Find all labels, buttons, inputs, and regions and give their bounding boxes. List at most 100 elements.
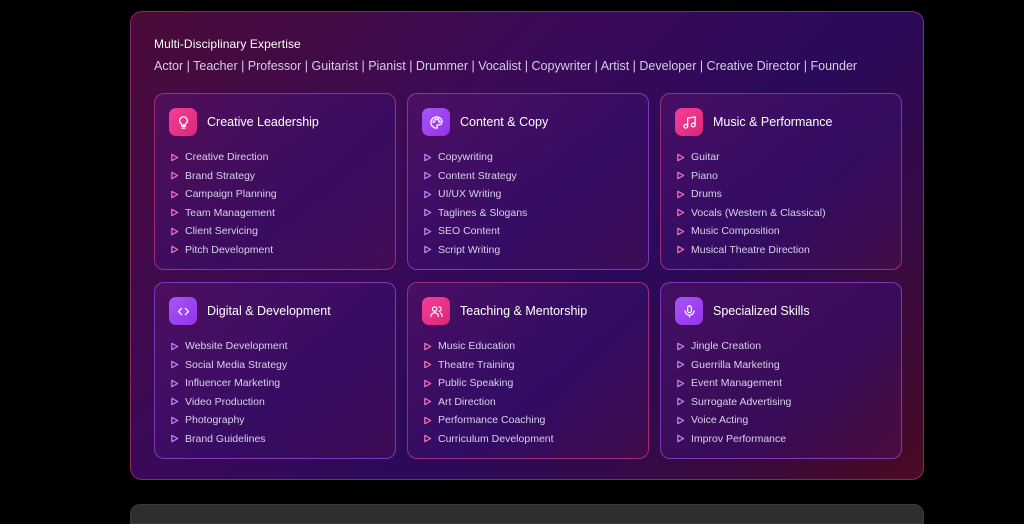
triangle-bullet-icon — [677, 208, 685, 217]
list-item: Brand Strategy — [170, 167, 277, 186]
triangle-bullet-icon — [677, 342, 685, 351]
list-item: Photography — [170, 411, 288, 430]
triangle-bullet-icon — [424, 153, 432, 162]
triangle-bullet-icon — [424, 379, 432, 388]
list-item: Musical Theatre Direction — [676, 241, 826, 260]
skill-list: Guitar Piano Drums Vocals (Western & Cla… — [676, 148, 826, 259]
list-item: Music Education — [423, 337, 554, 356]
triangle-bullet-icon — [171, 342, 179, 351]
list-item: Piano — [676, 167, 826, 186]
list-item: Guitar — [676, 148, 826, 167]
triangle-bullet-icon — [677, 171, 685, 180]
triangle-bullet-icon — [424, 416, 432, 425]
card-title: Digital & Development — [207, 304, 331, 318]
list-item: UI/UX Writing — [423, 185, 527, 204]
card-header: Teaching & Mentorship — [422, 297, 587, 325]
skill-list: Copywriting Content Strategy UI/UX Writi… — [423, 148, 527, 259]
card-title: Creative Leadership — [207, 115, 319, 129]
triangle-bullet-icon — [171, 416, 179, 425]
list-item: Client Servicing — [170, 222, 277, 241]
triangle-bullet-icon — [171, 153, 179, 162]
list-item: Influencer Marketing — [170, 374, 288, 393]
list-item: Theatre Training — [423, 356, 554, 375]
triangle-bullet-icon — [677, 227, 685, 236]
code-icon — [169, 297, 197, 325]
list-item: Script Writing — [423, 241, 527, 260]
list-item: Improv Performance — [676, 430, 791, 449]
card-music-performance: Music & Performance Guitar Piano Drums V… — [660, 93, 902, 270]
triangle-bullet-icon — [677, 434, 685, 443]
list-item: Website Development — [170, 337, 288, 356]
list-item: Public Speaking — [423, 374, 554, 393]
list-item: Pitch Development — [170, 241, 277, 260]
card-teaching-mentorship: Teaching & Mentorship Music Education Th… — [407, 282, 649, 459]
next-section-edge — [130, 504, 924, 524]
triangle-bullet-icon — [677, 379, 685, 388]
list-item: Team Management — [170, 204, 277, 223]
skill-list: Website Development Social Media Strateg… — [170, 337, 288, 448]
triangle-bullet-icon — [171, 190, 179, 199]
users-icon — [422, 297, 450, 325]
card-creative-leadership: Creative Leadership Creative Direction B… — [154, 93, 396, 270]
list-item: Creative Direction — [170, 148, 277, 167]
skill-list: Music Education Theatre Training Public … — [423, 337, 554, 448]
card-header: Creative Leadership — [169, 108, 319, 136]
list-item: Taglines & Slogans — [423, 204, 527, 223]
triangle-bullet-icon — [171, 208, 179, 217]
triangle-bullet-icon — [424, 171, 432, 180]
triangle-bullet-icon — [424, 360, 432, 369]
section-heading: Multi-Disciplinary Expertise — [154, 37, 301, 51]
skill-list: Jingle Creation Guerrilla Marketing Even… — [676, 337, 791, 448]
triangle-bullet-icon — [171, 397, 179, 406]
triangle-bullet-icon — [424, 245, 432, 254]
triangle-bullet-icon — [171, 171, 179, 180]
triangle-bullet-icon — [171, 360, 179, 369]
list-item: Vocals (Western & Classical) — [676, 204, 826, 223]
card-title: Teaching & Mentorship — [460, 304, 588, 318]
card-header: Music & Performance — [675, 108, 832, 136]
triangle-bullet-icon — [424, 190, 432, 199]
list-item: Video Production — [170, 393, 288, 412]
list-item: Jingle Creation — [676, 337, 791, 356]
list-item: Content Strategy — [423, 167, 527, 186]
list-item: Copywriting — [423, 148, 527, 167]
card-content-copy: Content & Copy Copywriting Content Strat… — [407, 93, 649, 270]
microphone-icon — [675, 297, 703, 325]
triangle-bullet-icon — [171, 434, 179, 443]
card-header: Content & Copy — [422, 108, 548, 136]
triangle-bullet-icon — [424, 227, 432, 236]
card-header: Specialized Skills — [675, 297, 810, 325]
skill-list: Creative Direction Brand Strategy Campai… — [170, 148, 277, 259]
palette-icon — [422, 108, 450, 136]
card-title: Music & Performance — [713, 115, 833, 129]
triangle-bullet-icon — [424, 434, 432, 443]
card-title: Content & Copy — [460, 115, 549, 129]
list-item: Event Management — [676, 374, 791, 393]
roles-list: Actor | Teacher | Professor | Guitarist … — [154, 59, 858, 73]
triangle-bullet-icon — [677, 397, 685, 406]
list-item: Campaign Planning — [170, 185, 277, 204]
card-specialized-skills: Specialized Skills Jingle Creation Guerr… — [660, 282, 902, 459]
triangle-bullet-icon — [677, 360, 685, 369]
triangle-bullet-icon — [677, 153, 685, 162]
expertise-panel: Multi-Disciplinary Expertise Actor | Tea… — [130, 11, 924, 480]
triangle-bullet-icon — [424, 208, 432, 217]
lightbulb-icon — [169, 108, 197, 136]
card-header: Digital & Development — [169, 297, 331, 325]
list-item: Music Composition — [676, 222, 826, 241]
list-item: Performance Coaching — [423, 411, 554, 430]
list-item: Curriculum Development — [423, 430, 554, 449]
list-item: Surrogate Advertising — [676, 393, 791, 412]
list-item: Guerrilla Marketing — [676, 356, 791, 375]
triangle-bullet-icon — [171, 245, 179, 254]
triangle-bullet-icon — [171, 379, 179, 388]
triangle-bullet-icon — [171, 227, 179, 236]
list-item: Art Direction — [423, 393, 554, 412]
triangle-bullet-icon — [677, 245, 685, 254]
list-item: Voice Acting — [676, 411, 791, 430]
list-item: Drums — [676, 185, 826, 204]
triangle-bullet-icon — [424, 397, 432, 406]
card-digital-development: Digital & Development Website Developmen… — [154, 282, 396, 459]
list-item: Brand Guidelines — [170, 430, 288, 449]
music-note-icon — [675, 108, 703, 136]
